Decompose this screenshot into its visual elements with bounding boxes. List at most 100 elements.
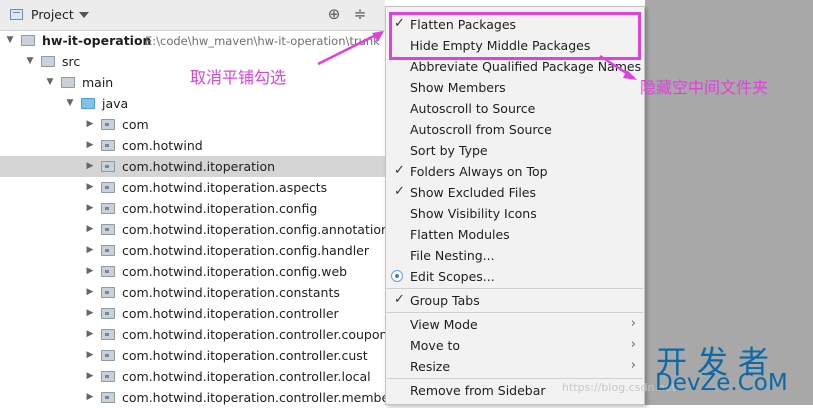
tree-row[interactable]: ▶ com.hotwind.itoperation.config bbox=[0, 198, 385, 219]
menu-item-show-excluded-files[interactable]: ✓ Show Excluded Files bbox=[386, 182, 644, 203]
tree-row[interactable]: ▼ hw-it-operation E:\code\hw_maven\hw-it-o… bbox=[0, 30, 385, 51]
collapse-all-icon[interactable]: ≑ bbox=[352, 6, 368, 22]
scope-radio-icon bbox=[391, 270, 403, 282]
menu-item-label: Abbreviate Qualified Package Names bbox=[410, 59, 642, 74]
menu-item-label: Show Visibility Icons bbox=[410, 206, 537, 221]
context-menu: ✓ Flatten Packages Hide Empty Middle Packa… bbox=[385, 6, 645, 405]
tree-item-label: com bbox=[122, 117, 149, 132]
menu-item-label: Autoscroll to Source bbox=[410, 101, 536, 116]
tree-item-label: com.hotwind.itoperation.constants bbox=[122, 285, 340, 300]
expand-right-icon[interactable]: ▶ bbox=[85, 349, 95, 361]
menu-item-show-visibility-icons[interactable]: Show Visibility Icons bbox=[386, 203, 644, 224]
package-icon bbox=[101, 266, 115, 277]
menu-item-label: Show Members bbox=[410, 80, 506, 95]
expand-right-icon[interactable]: ▶ bbox=[85, 328, 95, 340]
expand-right-icon[interactable]: ▶ bbox=[85, 118, 95, 130]
package-icon bbox=[101, 182, 115, 193]
tree-row[interactable]: ▶ com.hotwind.itoperation.controller bbox=[0, 303, 385, 324]
menu-item-file-nesting[interactable]: File Nesting... bbox=[386, 245, 644, 266]
tree-item-label: com.hotwind.itoperation.controller.membe… bbox=[122, 390, 395, 405]
tree-row[interactable]: ▶ com.hotwind.itoperation bbox=[0, 156, 385, 177]
menu-item-label: Edit Scopes... bbox=[410, 269, 495, 284]
package-icon bbox=[101, 287, 115, 298]
expand-right-icon[interactable]: ▶ bbox=[85, 391, 95, 403]
tree-item-label: com.hotwind.itoperation.config.handler bbox=[122, 243, 369, 258]
expand-down-icon[interactable]: ▼ bbox=[65, 97, 75, 109]
folder-icon bbox=[41, 56, 55, 67]
tree-row[interactable]: ▶ com.hotwind.itoperation.config.annotati… bbox=[0, 219, 389, 240]
tree-row[interactable]: ▶ com.hotwind.itoperation.aspects bbox=[0, 177, 385, 198]
package-icon bbox=[101, 371, 115, 382]
chevron-right-icon: › bbox=[630, 316, 636, 331]
menu-item-flatten-modules[interactable]: Flatten Modules bbox=[386, 224, 644, 245]
tree-item-label: com.hotwind.itoperation.controller.cust bbox=[122, 348, 368, 363]
menu-item-label: Flatten Modules bbox=[410, 227, 510, 242]
expand-right-icon[interactable]: ▶ bbox=[85, 244, 95, 256]
annotation-hide-middle: 隐藏空中间文件夹 bbox=[640, 78, 769, 97]
tree-row[interactable]: ▶ com.hotwind.itoperation.config.web bbox=[0, 261, 385, 282]
expand-right-icon[interactable]: ▶ bbox=[85, 181, 95, 193]
package-icon bbox=[101, 140, 115, 151]
tree-item-label: com.hotwind.itoperation.controller bbox=[122, 306, 339, 321]
expand-down-icon[interactable]: ▼ bbox=[45, 76, 55, 88]
chevron-right-icon: › bbox=[630, 337, 636, 352]
expand-right-icon[interactable]: ▶ bbox=[85, 139, 95, 151]
tree-row[interactable]: ▶ com.hotwind.itoperation.controller.cust bbox=[0, 345, 385, 366]
menu-item-autoscroll-from-source[interactable]: Autoscroll from Source bbox=[386, 119, 644, 140]
tree-row[interactable]: ▶ com.hotwind.itoperation.controller.loca… bbox=[0, 366, 385, 387]
menu-item-resize[interactable]: Resize › bbox=[386, 356, 644, 377]
expand-down-icon[interactable]: ▼ bbox=[5, 34, 15, 46]
tree-row[interactable]: ▶ com.hotwind bbox=[0, 135, 385, 156]
package-icon bbox=[101, 350, 115, 361]
tree-row[interactable]: ▶ com.hotwind.itoperation.constants bbox=[0, 282, 385, 303]
chevron-down-icon[interactable] bbox=[79, 12, 89, 18]
tree-item-label: com.hotwind.itoperation.controller.coupo… bbox=[122, 327, 388, 342]
expand-right-icon[interactable]: ▶ bbox=[85, 202, 95, 214]
tree-row[interactable]: ▼ java bbox=[0, 93, 385, 114]
menu-item-label: Autoscroll from Source bbox=[410, 122, 552, 137]
expand-right-icon[interactable]: ▶ bbox=[85, 265, 95, 277]
package-icon bbox=[101, 308, 115, 319]
tree-row[interactable]: ▶ com.hotwind.itoperation.controller.coup… bbox=[0, 324, 388, 345]
tree-item-label: com.hotwind.itoperation bbox=[122, 159, 276, 174]
tree-item-label: com.hotwind.itoperation.config.annotatio… bbox=[122, 222, 389, 237]
chevron-right-icon: › bbox=[630, 358, 636, 373]
tree-item-label: main bbox=[82, 75, 114, 90]
menu-separator bbox=[387, 288, 643, 289]
menu-separator bbox=[387, 378, 643, 379]
menu-item-group-tabs[interactable]: ✓ Group Tabs bbox=[386, 290, 644, 311]
menu-item-sort-by-type[interactable]: Sort by Type bbox=[386, 140, 644, 161]
expand-down-icon[interactable]: ▼ bbox=[25, 55, 35, 67]
expand-right-icon[interactable]: ▶ bbox=[85, 370, 95, 382]
menu-item-autoscroll-to-source[interactable]: Autoscroll to Source bbox=[386, 98, 644, 119]
menu-item-label: Move to bbox=[410, 338, 461, 353]
folder-icon bbox=[61, 77, 75, 88]
package-icon bbox=[101, 245, 115, 256]
expand-right-icon[interactable]: ▶ bbox=[85, 160, 95, 172]
check-icon: ✓ bbox=[394, 292, 405, 307]
check-icon: ✓ bbox=[394, 163, 405, 178]
expand-right-icon[interactable]: ▶ bbox=[85, 223, 95, 235]
menu-item-show-members[interactable]: Show Members bbox=[386, 77, 644, 98]
source-root-folder-icon bbox=[81, 98, 95, 109]
expand-right-icon[interactable]: ▶ bbox=[85, 307, 95, 319]
menu-item-view-mode[interactable]: View Mode › bbox=[386, 314, 644, 335]
menu-item-label: Show Excluded Files bbox=[410, 185, 537, 200]
expand-right-icon[interactable]: ▶ bbox=[85, 286, 95, 298]
panel-title[interactable]: Project bbox=[31, 7, 74, 22]
menu-item-move-to[interactable]: Move to › bbox=[386, 335, 644, 356]
menu-item-edit-scopes[interactable]: Edit Scopes... bbox=[386, 266, 644, 287]
menu-item-label: Resize bbox=[410, 359, 451, 374]
tree-row[interactable]: ▶ com.hotwind.itoperation.config.handler bbox=[0, 240, 385, 261]
tree-item-label: java bbox=[102, 96, 129, 111]
annotation-highlight-box bbox=[389, 12, 641, 60]
package-icon bbox=[101, 203, 115, 214]
menu-item-folders-always-on-top[interactable]: ✓ Folders Always on Top bbox=[386, 161, 644, 182]
tree-item-label: com.hotwind.itoperation.config bbox=[122, 201, 318, 216]
menu-item-label: Sort by Type bbox=[410, 143, 488, 158]
package-icon bbox=[101, 119, 115, 130]
tree-row[interactable]: ▶ com bbox=[0, 114, 385, 135]
watermark-logo-en: DevZe.CoM bbox=[655, 370, 788, 396]
tree-item-label: com.hotwind.itoperation.aspects bbox=[122, 180, 328, 195]
locate-icon[interactable]: ⊕ bbox=[326, 6, 342, 22]
